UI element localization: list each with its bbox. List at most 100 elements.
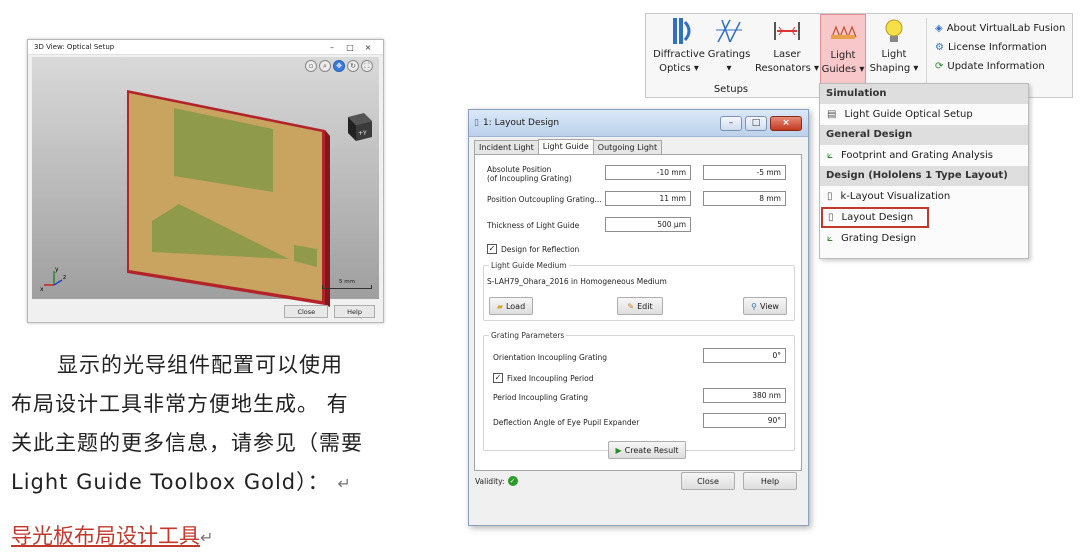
- close-window-button[interactable]: ×: [359, 43, 377, 52]
- document-icon: ▯: [827, 191, 833, 202]
- dialog-close-icon[interactable]: ×: [770, 115, 802, 131]
- dialog-close-button[interactable]: Close: [681, 472, 735, 490]
- abs-position-y-field[interactable]: -5 mm: [703, 165, 786, 180]
- zoom-icon[interactable]: ⌕: [319, 60, 331, 72]
- view-toolbar: ▫ ⌕ ✥ ↻ ⛶: [303, 60, 373, 72]
- rotate-icon[interactable]: ↻: [347, 60, 359, 72]
- menu-item-optical-setup[interactable]: ▤ Light Guide Optical Setup: [820, 104, 1028, 125]
- license-icon: ⚙: [935, 42, 944, 53]
- magnifier-icon: ⚲: [751, 301, 757, 311]
- paragraph-line-1: 显示的光导组件配置可以使用: [57, 353, 343, 377]
- create-result-button[interactable]: ▶ Create Result: [608, 441, 686, 459]
- orientation-label: Orientation Incoupling Grating: [493, 353, 608, 362]
- update-icon: ⟳: [935, 61, 944, 72]
- dialog-tabs: Incident Light Light Guide Outgoing Ligh…: [474, 139, 663, 155]
- pos-outcoupling-label: Position Outcoupling Grating...: [487, 195, 602, 204]
- laser-resonators-label1: Laser: [773, 49, 801, 60]
- thickness-field[interactable]: 500 µm: [605, 217, 691, 232]
- light-shaping-button[interactable]: Light Shaping ▾: [868, 14, 920, 86]
- period-label: Period Incoupling Grating: [493, 393, 589, 402]
- pos-outcoupling-y-field[interactable]: 8 mm: [703, 191, 786, 206]
- laser-resonators-button[interactable]: Laser Resonators ▾: [754, 14, 820, 86]
- dialog-maximize-button[interactable]: □: [745, 115, 767, 131]
- deflection-field[interactable]: 90°: [703, 413, 786, 428]
- description-paragraph: 显示的光导组件配置可以使用 布局设计工具非常方便地生成。 有 关此主题的更多信息…: [11, 346, 431, 503]
- design-for-reflection-checkbox[interactable]: ✓: [487, 244, 497, 254]
- about-button[interactable]: ◈ About VirtualLab Fusion: [935, 23, 1065, 34]
- layout-tool-link[interactable]: 导光板布局设计工具: [11, 524, 200, 548]
- document-icon: ▯: [828, 212, 834, 223]
- orientation-field[interactable]: 0°: [703, 348, 786, 363]
- paragraph-line-2: 布局设计工具非常方便地生成。 有: [11, 392, 349, 416]
- tab-outgoing-light[interactable]: Outgoing Light: [592, 140, 663, 155]
- dialog-minimize-button[interactable]: –: [720, 115, 742, 131]
- 3d-view-titlebar: 3D View: Optical Setup – □ ×: [28, 40, 383, 55]
- laser-resonator-icon: [774, 22, 800, 40]
- 3d-view-title: 3D View: Optical Setup: [34, 43, 115, 51]
- thickness-label: Thickness of Light Guide: [487, 221, 580, 230]
- license-button[interactable]: ⚙ License Information: [935, 42, 1047, 53]
- pan-icon[interactable]: ✥: [333, 60, 345, 72]
- menu-item-footprint[interactable]: ⟀ Footprint and Grating Analysis: [820, 145, 1028, 166]
- menu-item-k-layout[interactable]: ▯ k-Layout Visualization: [820, 186, 1028, 207]
- light-guides-button[interactable]: Light Guides ▾: [820, 14, 866, 86]
- dialog-help-button[interactable]: Help: [743, 472, 797, 490]
- deflection-label: Deflection Angle of Eye Pupil Expander: [493, 418, 640, 427]
- view-button[interactable]: ⚲ View: [743, 297, 787, 315]
- light-guide-pane: Absolute Position (of Incoupling Grating…: [474, 154, 802, 471]
- paragraph-line-4: Light Guide Toolbox Gold）：: [11, 470, 330, 494]
- valid-check-icon: ✓: [507, 476, 518, 486]
- diffractive-optics-icon: [673, 18, 691, 44]
- paragraph-line-3: 关此主题的更多信息，请参见（需要: [11, 431, 363, 455]
- dialog-title: 1: Layout Design: [482, 118, 560, 128]
- menu-header-simulation: Simulation: [820, 84, 1028, 104]
- analysis-icon: ⟀: [827, 150, 833, 161]
- design-for-reflection-label: Design for Reflection: [501, 245, 580, 254]
- fit-view-icon[interactable]: ⛶: [361, 60, 373, 72]
- diffractive-optics-label1: Diffractive: [653, 49, 705, 60]
- 3d-viewport[interactable]: ▫ ⌕ ✥ ↻ ⛶ +Y x y z 5 mm: [32, 57, 379, 307]
- abs-position-x-field[interactable]: -10 mm: [605, 165, 691, 180]
- period-field[interactable]: 380 nm: [703, 388, 786, 403]
- menu-item-layout-design[interactable]: ▯ Layout Design: [821, 207, 929, 228]
- folder-icon: ▰: [496, 301, 503, 311]
- diffractive-optics-label2: Optics ▾: [659, 63, 699, 74]
- layout-design-dialog: ▯ 1: Layout Design – □ × Incident Light …: [468, 109, 809, 526]
- tab-incident-light[interactable]: Incident Light: [474, 140, 539, 155]
- 3d-view-window: 3D View: Optical Setup – □ × ▫ ⌕ ✥ ↻ ⛶ +Y: [27, 39, 384, 323]
- update-label: Update Information: [947, 61, 1045, 72]
- menu-header-general-design: General Design: [820, 125, 1028, 145]
- light-guides-label1: Light: [830, 50, 856, 61]
- 3d-view-buttonbar: Close Help: [32, 302, 379, 320]
- pencil-icon: ✎: [627, 301, 635, 311]
- light-guides-menu: Simulation ▤ Light Guide Optical Setup Ge…: [819, 83, 1029, 259]
- menu-item-grating-design[interactable]: ⟀ Grating Design: [820, 228, 1028, 249]
- fixed-period-checkbox[interactable]: ✓: [493, 373, 503, 383]
- return-mark: ↵: [337, 474, 352, 493]
- light-guides-icon: [831, 25, 857, 39]
- light-shaping-label1: Light: [881, 49, 907, 60]
- validity-label: Validity:: [475, 476, 505, 486]
- maximize-button[interactable]: □: [341, 43, 359, 52]
- axis-x-label: x: [40, 286, 44, 293]
- validity-row: Validity: ✓: [475, 476, 518, 486]
- about-label: About VirtualLab Fusion: [946, 23, 1066, 34]
- update-button[interactable]: ⟳ Update Information: [935, 61, 1045, 72]
- medium-value: S-LAH79_Ohara_2016 in Homogeneous Medium: [487, 277, 667, 286]
- light-guide-medium-title: Light Guide Medium: [489, 261, 569, 270]
- edit-button[interactable]: ✎ Edit: [617, 297, 663, 315]
- gratings-icon: [716, 19, 742, 43]
- tab-light-guide[interactable]: Light Guide: [537, 139, 594, 154]
- help-button[interactable]: Help: [334, 304, 375, 318]
- zoom-region-icon[interactable]: ▫: [305, 60, 317, 72]
- link-return-mark: ↵: [200, 528, 214, 547]
- view-cube-label: +Y: [358, 130, 367, 137]
- play-icon: ▶: [615, 445, 622, 455]
- close-button[interactable]: Close: [284, 304, 329, 318]
- load-button[interactable]: ▰ Load: [489, 297, 533, 315]
- diffractive-optics-button[interactable]: Diffractive Optics ▾: [652, 14, 706, 86]
- pos-outcoupling-x-field[interactable]: 11 mm: [605, 191, 691, 206]
- layout-tool-link-row: 导光板布局设计工具↵: [11, 520, 213, 550]
- gratings-button[interactable]: Gratings ▾: [706, 14, 752, 86]
- minimize-button[interactable]: –: [323, 43, 341, 52]
